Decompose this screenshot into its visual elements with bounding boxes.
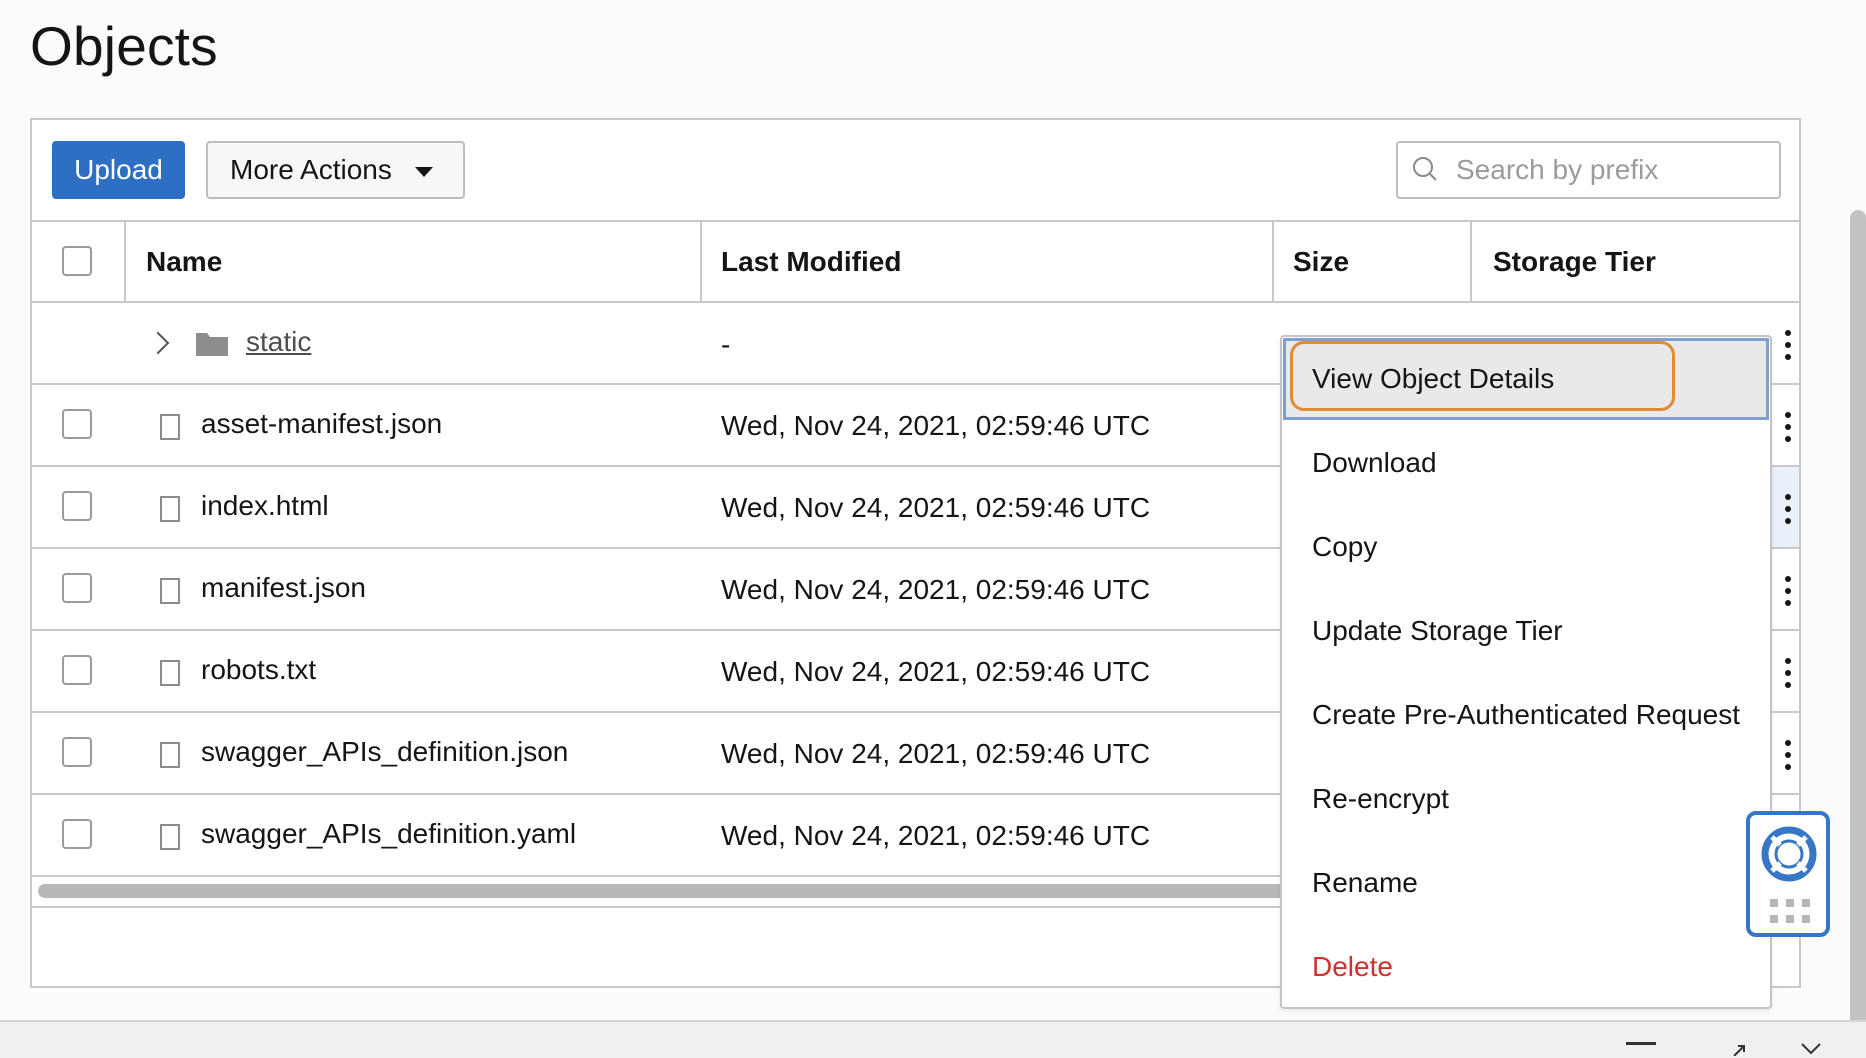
menu-item-view-object-details[interactable]: View Object Details (1283, 338, 1769, 420)
file-icon (160, 824, 180, 850)
column-divider (124, 222, 126, 301)
menu-item-delete[interactable]: Delete (1282, 925, 1770, 1009)
search-box[interactable] (1396, 141, 1781, 199)
object-last-modified: Wed, Nov 24, 2021, 02:59:46 UTC (721, 574, 1151, 605)
file-icon (160, 414, 180, 440)
file-icon (160, 496, 180, 522)
upload-button[interactable]: Upload (52, 141, 185, 199)
grid-icon[interactable] (1770, 899, 1810, 925)
kebab-icon[interactable] (1784, 576, 1792, 610)
expand-icon[interactable] (1730, 1042, 1748, 1056)
folder-last-modified: - (721, 329, 731, 360)
kebab-icon[interactable] (1784, 494, 1792, 528)
row-checkbox[interactable] (62, 491, 92, 521)
menu-item-rename[interactable]: Rename (1282, 841, 1770, 925)
object-last-modified: Wed, Nov 24, 2021, 02:59:46 UTC (721, 738, 1151, 769)
object-name[interactable]: robots.txt (201, 653, 316, 687)
kebab-icon[interactable] (1784, 330, 1792, 364)
select-all-checkbox[interactable] (62, 246, 92, 276)
column-header-name[interactable]: Name (146, 222, 222, 301)
table-header: Name Last Modified Size Storage Tier (32, 220, 1799, 303)
horizontal-scrollbar-thumb[interactable] (38, 884, 1298, 898)
object-name[interactable]: asset-manifest.json (201, 407, 442, 441)
caret-down-icon (415, 167, 433, 177)
vertical-scrollbar[interactable] (1850, 210, 1866, 1056)
object-name[interactable]: index.html (201, 489, 329, 523)
row-checkbox[interactable] (62, 655, 92, 685)
menu-item-update-storage-tier[interactable]: Update Storage Tier (1282, 589, 1770, 673)
column-divider (700, 222, 702, 301)
object-name[interactable]: swagger_APIs_definition.yaml (201, 817, 576, 851)
column-divider (1470, 222, 1472, 301)
more-actions-button[interactable]: More Actions (206, 141, 465, 199)
chevron-right-icon[interactable] (146, 331, 170, 355)
object-last-modified: Wed, Nov 24, 2021, 02:59:46 UTC (721, 656, 1151, 687)
object-last-modified: Wed, Nov 24, 2021, 02:59:46 UTC (721, 410, 1151, 441)
row-checkbox[interactable] (62, 573, 92, 603)
object-name[interactable]: swagger_APIs_definition.json (201, 735, 568, 769)
folder-link-static[interactable]: static (246, 325, 311, 359)
row-checkbox[interactable] (62, 409, 92, 439)
menu-item-create-par[interactable]: Create Pre-Authenticated Request (1282, 673, 1770, 757)
row-checkbox[interactable] (62, 737, 92, 767)
row-checkbox[interactable] (62, 819, 92, 849)
object-last-modified: Wed, Nov 24, 2021, 02:59:46 UTC (721, 492, 1151, 523)
kebab-icon[interactable] (1784, 740, 1792, 774)
column-header-last-modified[interactable]: Last Modified (721, 222, 901, 301)
file-icon (160, 578, 180, 604)
kebab-icon[interactable] (1784, 412, 1792, 446)
file-icon (160, 742, 180, 768)
object-name[interactable]: manifest.json (201, 571, 366, 605)
menu-item-copy[interactable]: Copy (1282, 505, 1770, 589)
search-input[interactable] (1456, 151, 1756, 189)
lifebuoy-icon (1761, 826, 1817, 882)
page-title: Objects (30, 15, 218, 77)
help-widget[interactable] (1746, 811, 1830, 937)
bottom-bar (0, 1020, 1866, 1058)
kebab-icon[interactable] (1784, 658, 1792, 692)
object-actions-menu: View Object Details Download Copy Update… (1280, 335, 1772, 1009)
menu-item-re-encrypt[interactable]: Re-encrypt (1282, 757, 1770, 841)
object-last-modified: Wed, Nov 24, 2021, 02:59:46 UTC (721, 820, 1151, 851)
menu-item-download[interactable]: Download (1282, 421, 1770, 505)
column-header-storage-tier[interactable]: Storage Tier (1493, 222, 1656, 301)
minimize-icon[interactable] (1626, 1042, 1656, 1045)
file-icon (160, 660, 180, 686)
search-icon (1413, 157, 1437, 181)
folder-icon (196, 333, 228, 356)
chevron-down-icon[interactable] (1800, 1042, 1822, 1056)
more-actions-label: More Actions (230, 154, 392, 185)
column-header-size[interactable]: Size (1293, 222, 1349, 301)
column-divider (1272, 222, 1274, 301)
